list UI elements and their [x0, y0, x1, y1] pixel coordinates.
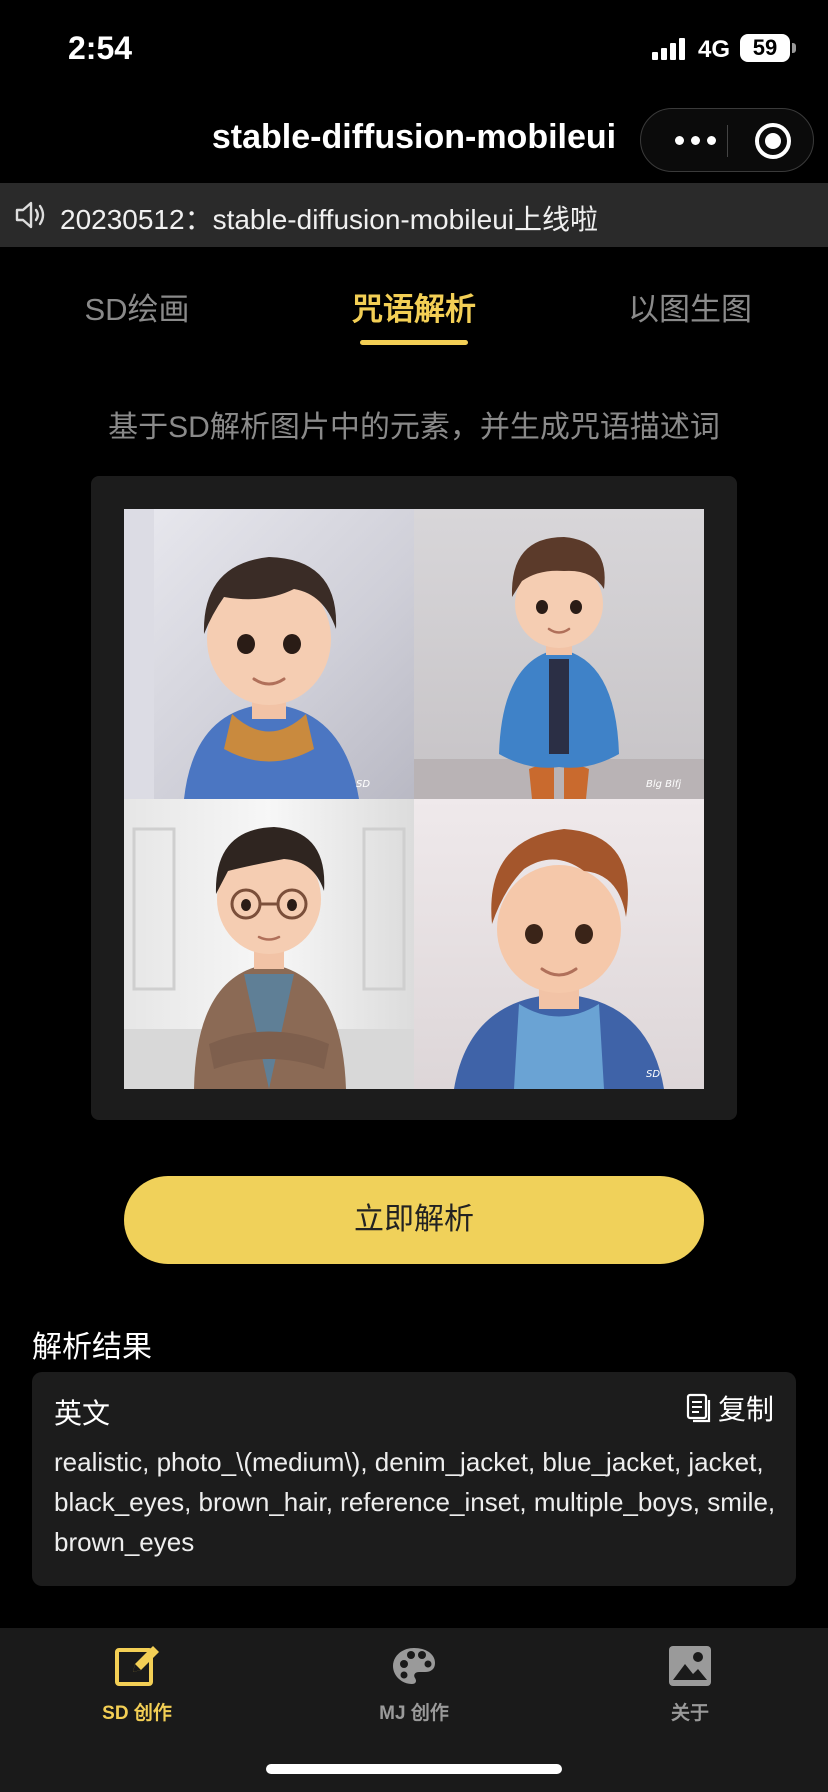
copy-icon	[686, 1393, 711, 1423]
status-time: 2:54	[68, 30, 133, 66]
portrait-signature: Blg Blfj	[646, 779, 681, 790]
notice-text: 20230512：stable-diffusion-mobileui上线啦	[60, 204, 599, 235]
portrait-top-left: SD	[124, 509, 414, 799]
signal-icon	[652, 38, 686, 60]
network-type: 4G	[698, 36, 731, 63]
page-title-text: stable-diffusion-mobileui	[211, 118, 617, 156]
portrait-signature: SD	[646, 1069, 660, 1080]
result-prompt-text: realistic, photo_\(medium\), denim_jacke…	[54, 1447, 776, 1557]
copy-button[interactable]: 复制	[686, 1390, 774, 1426]
portrait-signature: SD	[356, 779, 370, 790]
tabbar-label-sd-create: SD 创作	[102, 1703, 172, 1724]
speaker-icon	[15, 201, 45, 229]
portrait-top-right: Blg Blfj	[414, 509, 704, 799]
feature-description: 基于SD解析图片中的元素，并生成咒语描述词	[108, 411, 720, 444]
notice-bar[interactable]: 20230512：stable-diffusion-mobileui上线啦	[0, 183, 828, 247]
miniapp-capsule	[640, 108, 814, 172]
home-indicator[interactable]	[266, 1764, 562, 1774]
result-card: 英文 复制 realistic, photo_\(medium\), denim…	[32, 1372, 796, 1586]
feature-tabs: SD绘画 咒语解析 以图生图	[0, 284, 828, 344]
tab-image-to-image[interactable]: 以图生图	[580, 284, 800, 329]
analyze-button[interactable]: 立即解析	[124, 1176, 704, 1264]
portrait-bottom-left	[124, 799, 414, 1089]
result-language-label: 英文	[54, 1398, 111, 1429]
result-section-title: 解析结果	[32, 1331, 152, 1364]
status-bar: 2:54 4G 59	[0, 0, 828, 100]
image-upload-area[interactable]: SD Blg Blfj SD	[91, 476, 737, 1120]
more-icon[interactable]	[669, 109, 725, 173]
battery-icon: 59	[740, 34, 796, 62]
capsule-divider	[727, 125, 728, 157]
tabbar-label-about: 关于	[670, 1703, 709, 1724]
copy-label: 复制	[717, 1394, 774, 1425]
image-icon	[669, 1646, 711, 1686]
portrait-bottom-right: SD	[414, 799, 704, 1089]
tabbar-item-sd-create[interactable]: SD 创作	[47, 1642, 227, 1725]
tab-sd-drawing[interactable]: SD绘画	[27, 284, 247, 329]
uploaded-image: SD Blg Blfj SD	[124, 509, 704, 1089]
tabbar-item-mj-create[interactable]: MJ 创作	[324, 1642, 504, 1725]
active-tab-indicator	[360, 340, 468, 345]
close-miniapp-icon[interactable]	[755, 123, 791, 159]
tabbar-item-about[interactable]: 关于	[600, 1642, 780, 1725]
tab-prompt-analysis[interactable]: 咒语解析	[304, 284, 524, 329]
app-screen: 2:54 4G 59 stable-diffusion-mobileui 202…	[0, 0, 828, 1792]
palette-icon	[393, 1648, 435, 1684]
edit-icon	[115, 1646, 159, 1686]
tabbar-label-mj-create: MJ 创作	[379, 1703, 449, 1724]
